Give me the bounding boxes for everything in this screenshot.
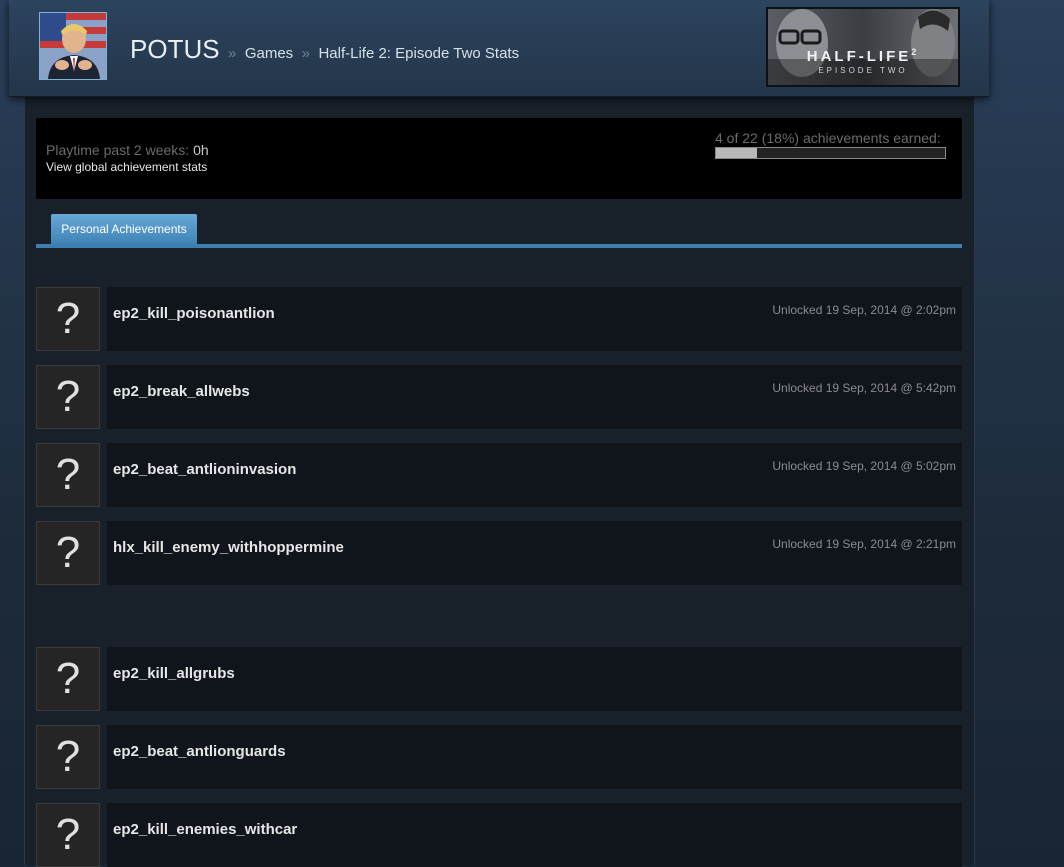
breadcrumb-separator: » — [301, 45, 310, 62]
achievement-info: ep2_kill_poisonantlion Unlocked 19 Sep, … — [107, 287, 962, 351]
achievements-earned-summary: 4 of 22 (18%) achievements earned: — [715, 130, 941, 146]
question-mark-icon: ? — [36, 803, 100, 867]
achievement-unlock-date: Unlocked 19 Sep, 2014 @ 5:42pm — [772, 381, 956, 395]
achievement-progress-bar — [715, 147, 946, 159]
achievement-info: ep2_beat_antlioninvasion Unlocked 19 Sep… — [107, 443, 962, 507]
achievement-row: ? ep2_kill_poisonantlion Unlocked 19 Sep… — [36, 287, 962, 351]
question-mark-icon: ? — [36, 647, 100, 711]
game-stats-title: Half-Life 2: Episode Two Stats — [318, 45, 520, 62]
breadcrumb-separator: » — [228, 45, 237, 62]
breadcrumb: POTUS » Games » Half-Life 2: Episode Two… — [130, 34, 519, 65]
achievement-row: ? ep2_break_allwebs Unlocked 19 Sep, 201… — [36, 365, 962, 429]
achievement-row: ? ep2_kill_allgrubs — [36, 647, 962, 711]
question-mark-icon: ? — [36, 287, 100, 351]
tab-underline — [36, 244, 962, 248]
achievement-name: ep2_kill_poisonantlion — [113, 305, 275, 322]
games-link[interactable]: Games — [245, 45, 293, 62]
achievement-unlock-date: Unlocked 19 Sep, 2014 @ 2:21pm — [772, 537, 956, 551]
achievement-row: ? ep2_kill_enemies_withcar — [36, 803, 962, 867]
achievement-row: ? hlx_kill_enemy_withhoppermine Unlocked… — [36, 521, 962, 585]
question-mark-icon: ? — [36, 725, 100, 789]
game-logo[interactable]: HALF-LIFE2 EPISODE TWO — [766, 7, 960, 87]
achievement-name: hlx_kill_enemy_withhoppermine — [113, 539, 344, 556]
achievement-name: ep2_break_allwebs — [113, 383, 250, 400]
achievement-unlock-date: Unlocked 19 Sep, 2014 @ 2:02pm — [772, 303, 956, 317]
global-achievement-stats-link[interactable]: View global achievement stats — [46, 160, 207, 174]
tab-personal-achievements[interactable]: Personal Achievements — [51, 214, 197, 244]
achievement-name: ep2_beat_antlioninvasion — [113, 461, 297, 478]
achievement-unlock-date: Unlocked 19 Sep, 2014 @ 5:02pm — [772, 459, 956, 473]
achievement-info: ep2_kill_allgrubs — [107, 647, 962, 711]
game-logo-number: 2 — [911, 47, 920, 57]
question-mark-icon: ? — [36, 443, 100, 507]
playtime-value: 0h — [193, 142, 209, 158]
achievement-row: ? ep2_beat_antlionguards — [36, 725, 962, 789]
stats-summary-panel: Playtime past 2 weeks: 0h View global ac… — [36, 118, 962, 199]
achievement-row: ? ep2_beat_antlioninvasion Unlocked 19 S… — [36, 443, 962, 507]
question-mark-icon: ? — [36, 521, 100, 585]
profile-header: POTUS » Games » Half-Life 2: Episode Two… — [9, 0, 989, 97]
avatar[interactable] — [39, 12, 107, 80]
game-logo-title: HALF-LIFE — [806, 48, 912, 65]
achievement-info: hlx_kill_enemy_withhoppermine Unlocked 1… — [107, 521, 962, 585]
game-logo-subtitle: EPISODE TWO — [818, 66, 908, 75]
profile-name-link[interactable]: POTUS — [130, 34, 220, 64]
achievement-name: ep2_beat_antlionguards — [113, 743, 286, 760]
achievement-info: ep2_kill_enemies_withcar — [107, 803, 962, 867]
achievement-name: ep2_kill_allgrubs — [113, 665, 235, 682]
playtime: Playtime past 2 weeks: 0h — [46, 142, 209, 158]
question-mark-icon: ? — [36, 365, 100, 429]
achievement-progress-fill — [716, 148, 758, 158]
achievement-info: ep2_break_allwebs Unlocked 19 Sep, 2014 … — [107, 365, 962, 429]
playtime-label: Playtime past 2 weeks: — [46, 142, 190, 158]
achievement-info: ep2_beat_antlionguards — [107, 725, 962, 789]
achievement-name: ep2_kill_enemies_withcar — [113, 821, 298, 838]
